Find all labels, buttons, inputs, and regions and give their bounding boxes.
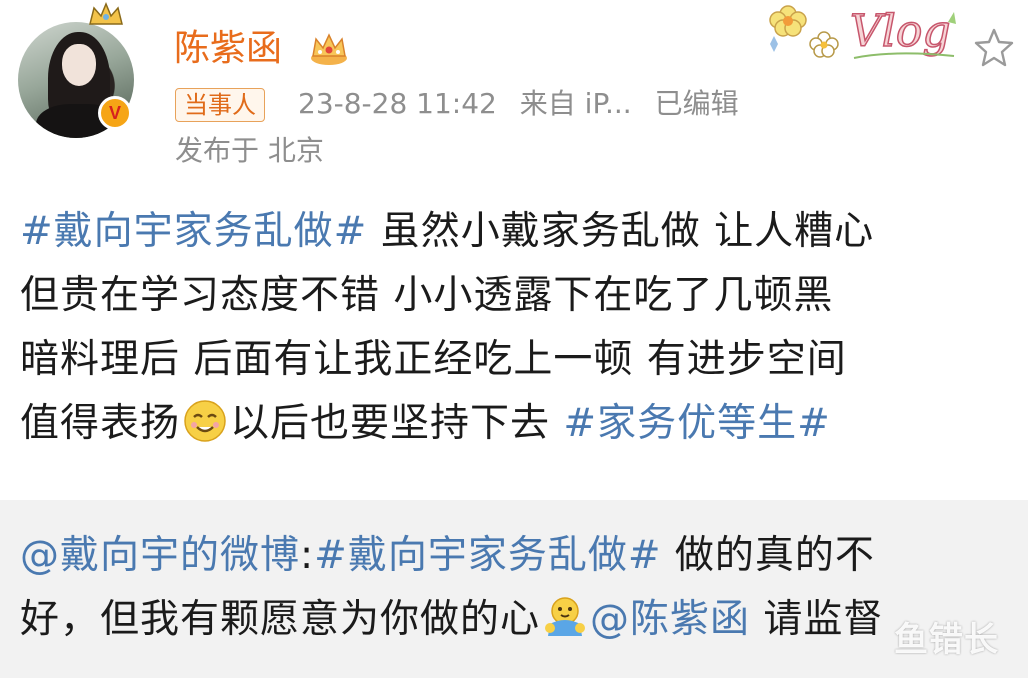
post-text: 但贵在学习态度不错 小小透露下在吃了几顿黑 (20, 273, 834, 318)
mention-link[interactable]: @陈紫函 (590, 597, 750, 642)
role-tag: 当事人 (175, 88, 265, 122)
topic-link[interactable]: #家务优等生# (563, 401, 830, 446)
post-text: 以后也要坚持下去 (230, 401, 564, 446)
topic-link[interactable]: #戴向宇家务乱做# (20, 209, 367, 254)
repost-text: : (300, 533, 315, 578)
post-text: 暗料理后 后面有让我正经吃上一顿 有进步空间 (20, 337, 847, 382)
post-source[interactable]: 来自 iP... (520, 87, 632, 120)
username[interactable]: 陈紫函 (174, 24, 282, 74)
vlog-sticker-icon: Vlog (769, 5, 956, 59)
crown-icon (311, 33, 347, 65)
grin-emoji-icon (184, 400, 226, 442)
avatar-crown-icon (89, 2, 123, 25)
mention-link[interactable]: @戴向宇的微博 (20, 533, 300, 578)
verified-v-icon: V (98, 96, 132, 130)
avatar-face (62, 44, 96, 86)
repost-text: 做的真的不 (661, 533, 875, 578)
post-location: 发布于 北京 (175, 134, 324, 167)
post-timestamp: 23-8-28 11:42 (298, 87, 497, 120)
repost-body: @戴向宇的微博:#戴向宇家务乱做# 做的真的不 好，但我有颗愿意为你做的心 @陈… (20, 524, 1020, 652)
topic-link[interactable]: #戴向宇家务乱做# (314, 533, 661, 578)
star-icon[interactable] (972, 26, 1016, 70)
svg-text:Vlog: Vlog (850, 6, 951, 57)
edited-label[interactable]: 已编辑 (655, 87, 739, 120)
post-body: #戴向宇家务乱做# 虽然小戴家务乱做 让人糟心 但贵在学习态度不错 小小透露下在… (20, 200, 1020, 456)
hug-emoji-icon (545, 597, 586, 636)
post-meta: 23-8-28 11:42 来自 iP... 已编辑 (298, 84, 753, 124)
repost-text: 请监督 (750, 597, 884, 642)
post-text: 值得表扬 (20, 401, 181, 446)
repost-text: 好，但我有颗愿意为你做的心 (20, 597, 541, 642)
watermark: 鱼错长 (894, 620, 999, 660)
post-text: 虽然小戴家务乱做 让人糟心 (367, 209, 875, 254)
